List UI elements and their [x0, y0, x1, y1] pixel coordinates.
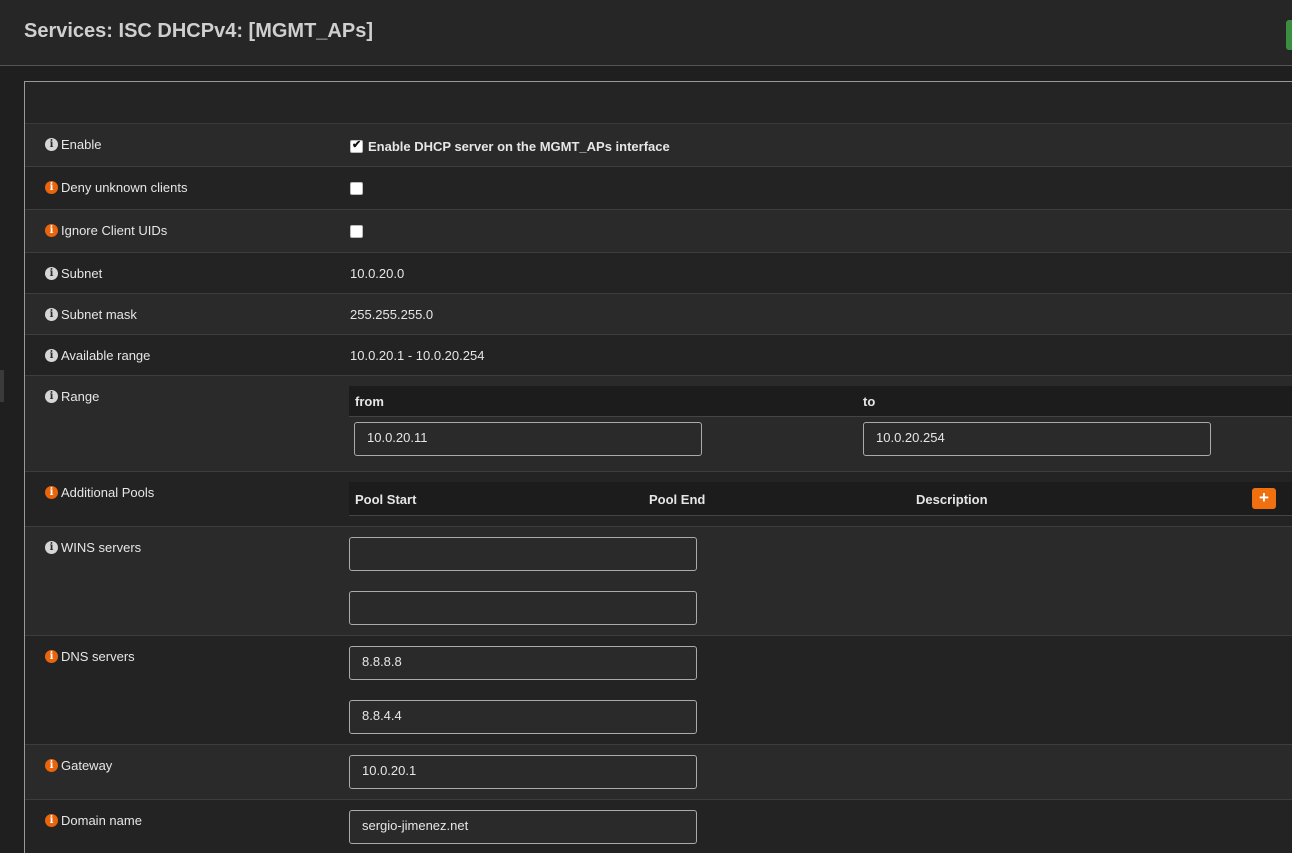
range-from-input[interactable]: 10.0.20.11 [354, 422, 702, 456]
gateway-input[interactable]: 10.0.20.1 [349, 755, 697, 789]
ignore-uids-control [350, 225, 363, 241]
dns-server-1-input[interactable]: 8.8.8.8 [349, 646, 697, 680]
row-wins: i WINS servers [25, 527, 1292, 636]
info-icon[interactable]: i [45, 349, 58, 362]
subnet-label: Subnet [61, 266, 103, 281]
pool-description-header: Description [916, 492, 988, 507]
info-icon[interactable]: i [45, 541, 58, 554]
add-pool-button[interactable]: + [1252, 488, 1276, 509]
wins-label-group: i WINS servers [45, 540, 141, 555]
gateway-label-group: i Gateway [45, 758, 112, 773]
deny-unknown-control [350, 182, 363, 198]
additional-pools-label-group: i Additional Pools [45, 485, 154, 500]
row-ignore-uids: i Ignore Client UIDs [25, 210, 1292, 253]
ignore-uids-label: Ignore Client UIDs [61, 223, 168, 238]
row-domain-name: i Domain name sergio-jimenez.net [25, 800, 1292, 853]
subnet-mask-label: Subnet mask [61, 307, 137, 322]
sidebar-edge[interactable] [0, 370, 4, 402]
info-icon[interactable]: i [45, 759, 58, 772]
enable-checkbox-label[interactable]: Enable DHCP server on the MGMT_APs inter… [368, 139, 670, 154]
dhcp-settings-panel: i Enable Enable DHCP server on the MGMT_… [24, 81, 1292, 853]
row-subnet-mask: i Subnet mask 255.255.255.0 [25, 294, 1292, 335]
range-label: Range [61, 389, 100, 404]
info-icon[interactable]: i [45, 224, 58, 237]
deny-unknown-label: Deny unknown clients [61, 180, 188, 195]
panel-header [25, 82, 1292, 124]
info-icon[interactable]: i [45, 814, 58, 827]
pool-end-header: Pool End [649, 492, 706, 507]
info-icon[interactable]: i [45, 181, 58, 194]
pools-table-header: Pool Start Pool End Description + [349, 482, 1292, 516]
row-deny-unknown: i Deny unknown clients [25, 167, 1292, 210]
pool-start-header: Pool Start [355, 492, 417, 507]
info-icon[interactable]: i [45, 267, 58, 280]
deny-unknown-checkbox[interactable] [350, 182, 363, 195]
ignore-uids-label-group: i Ignore Client UIDs [45, 223, 167, 238]
subnet-mask-label-group: i Subnet mask [45, 307, 137, 322]
deny-unknown-label-group: i Deny unknown clients [45, 180, 187, 195]
wins-server-1-input[interactable] [349, 537, 697, 571]
available-range-value: 10.0.20.1 - 10.0.20.254 [350, 348, 485, 363]
subnet-mask-value: 255.255.255.0 [350, 307, 434, 322]
available-range-label: Available range [61, 348, 151, 363]
dns-label-group: i DNS servers [45, 649, 135, 664]
row-subnet: i Subnet 10.0.20.0 [25, 253, 1292, 294]
range-to-input[interactable]: 10.0.20.254 [863, 422, 1211, 456]
wins-label: WINS servers [61, 540, 142, 555]
info-icon[interactable]: i [45, 390, 58, 403]
available-range-label-group: i Available range [45, 348, 150, 363]
enable-checkbox[interactable] [350, 138, 363, 153]
enable-label-group: i Enable [45, 137, 101, 152]
wins-server-2-input[interactable] [349, 591, 697, 625]
dns-server-2-input[interactable]: 8.8.4.4 [349, 700, 697, 734]
info-icon[interactable]: i [45, 486, 58, 499]
subnet-value: 10.0.20.0 [350, 266, 405, 281]
additional-pools-label: Additional Pools [61, 485, 155, 500]
row-gateway: i Gateway 10.0.20.1 [25, 745, 1292, 800]
range-from-header: from [355, 394, 384, 409]
domain-name-label: Domain name [61, 813, 142, 828]
info-icon[interactable]: i [45, 308, 58, 321]
dns-label: DNS servers [61, 649, 135, 664]
row-enable: i Enable Enable DHCP server on the MGMT_… [25, 124, 1292, 167]
enable-label: Enable [61, 137, 102, 152]
domain-name-label-group: i Domain name [45, 813, 142, 828]
range-to-header: to [863, 394, 876, 409]
range-label-group: i Range [45, 389, 99, 404]
status-indicator[interactable] [1286, 20, 1292, 50]
page-header: Services: ISC DHCPv4: [MGMT_APs] [0, 0, 1292, 66]
ignore-uids-checkbox[interactable] [350, 225, 363, 238]
info-icon[interactable]: i [45, 138, 58, 151]
row-range: i Range from to 10.0.20.11 10.0.20.254 [25, 376, 1292, 472]
info-icon[interactable]: i [45, 650, 58, 663]
range-table-header: from to [349, 386, 1292, 417]
row-additional-pools: i Additional Pools Pool Start Pool End D… [25, 472, 1292, 527]
subnet-label-group: i Subnet [45, 266, 102, 281]
row-dns: i DNS servers 8.8.8.8 8.8.4.4 [25, 636, 1292, 745]
gateway-label: Gateway [61, 758, 113, 773]
page-title: Services: ISC DHCPv4: [MGMT_APs] [24, 20, 373, 42]
enable-control: Enable DHCP server on the MGMT_APs inter… [350, 138, 670, 154]
row-available-range: i Available range 10.0.20.1 - 10.0.20.25… [25, 335, 1292, 376]
domain-name-input[interactable]: sergio-jimenez.net [349, 810, 697, 844]
